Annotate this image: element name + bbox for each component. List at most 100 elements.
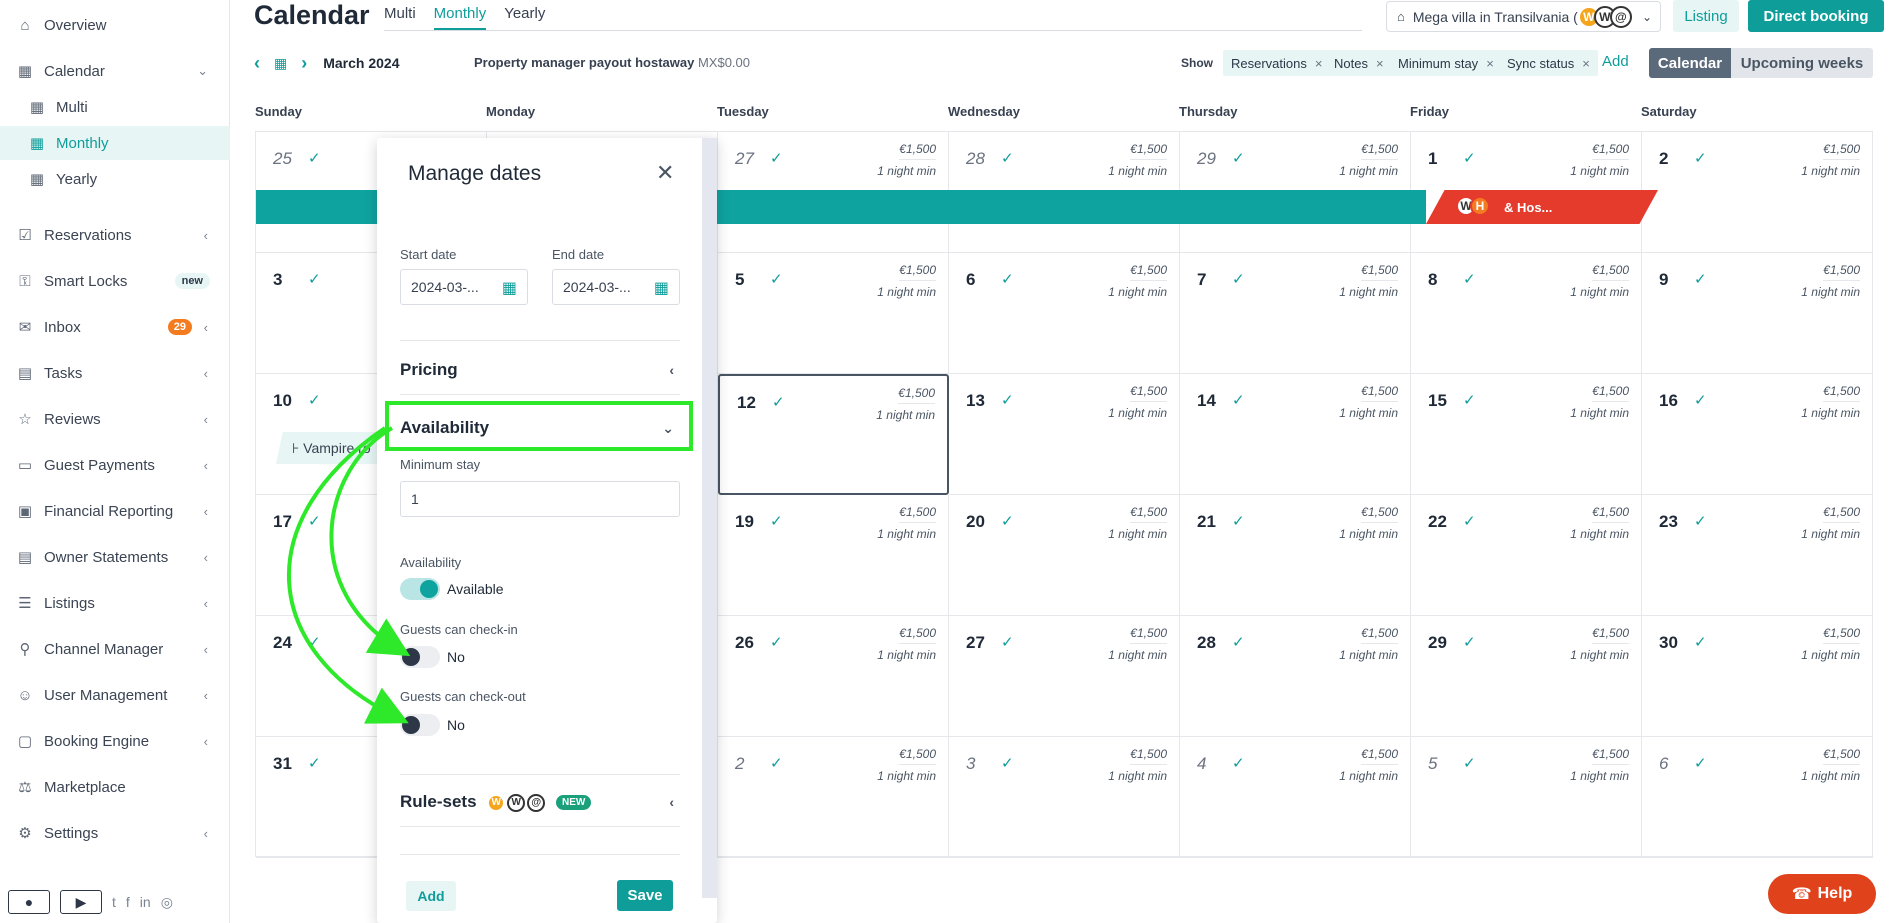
calendar-day-cell[interactable]: 9 ✓ €1,500 1 night min	[1642, 253, 1873, 374]
start-date-field[interactable]: 2024-03-... ▦	[400, 269, 528, 305]
sidebar-item-guest-payments[interactable]: ▭ Guest Payments ‹	[0, 448, 230, 482]
calendar-day-cell[interactable]: 12 ✓ €1,500 1 night min	[718, 374, 949, 495]
help-button[interactable]: ☎ Help	[1768, 874, 1876, 914]
divider	[400, 774, 680, 775]
add-button[interactable]: Add	[406, 881, 456, 911]
calendar-day-cell[interactable]: 4 ✓ €1,500 1 night min	[1180, 737, 1411, 858]
close-icon[interactable]: ✕	[656, 160, 674, 186]
calendar-day-cell[interactable]: 30 ✓ €1,500 1 night min	[1642, 616, 1873, 737]
prev-month-icon[interactable]: ‹	[254, 53, 260, 74]
calendar-day-cell[interactable]: 19 ✓ €1,500 1 night min	[718, 495, 949, 616]
sidebar-item-multi[interactable]: ▦ Multi	[0, 90, 230, 124]
minimum-stay-input[interactable]: 1	[400, 481, 680, 517]
filter-chip-sync-status[interactable]: Sync status ×	[1499, 50, 1598, 76]
calendar-day-cell[interactable]: 21 ✓ €1,500 1 night min	[1180, 495, 1411, 616]
sidebar-item-smart-locks[interactable]: ⚿ Smart Locks new	[0, 264, 230, 298]
close-icon[interactable]: ×	[1486, 56, 1494, 71]
checkin-toggle[interactable]	[400, 646, 440, 668]
calendar-day-cell[interactable]: 2 ✓ €1,500 1 night min	[718, 737, 949, 858]
calendar-icon[interactable]: ▦	[654, 278, 669, 298]
end-date-field[interactable]: 2024-03-... ▦	[552, 269, 680, 305]
sidebar-item-booking-engine[interactable]: ▢ Booking Engine ‹	[0, 724, 230, 758]
sidebar-item-yearly[interactable]: ▦ Yearly	[0, 162, 230, 196]
sidebar-item-reservations[interactable]: ☑ Reservations ‹	[0, 218, 230, 252]
tab-multi[interactable]: Multi	[384, 5, 416, 30]
sidebar-item-overview[interactable]: ⌂ Overview	[0, 8, 230, 42]
listing-button[interactable]: Listing	[1673, 0, 1739, 32]
add-filter-link[interactable]: Add	[1602, 53, 1629, 70]
linkedin-icon[interactable]: in	[140, 894, 151, 910]
day-min-stay: 1 night min	[1339, 769, 1398, 783]
availability-section-header[interactable]: Availability ⌄	[400, 418, 680, 452]
calendar-day-cell[interactable]: 20 ✓ €1,500 1 night min	[949, 495, 1180, 616]
calendar-day-cell[interactable]: 14 ✓ €1,500 1 night min	[1180, 374, 1411, 495]
close-icon[interactable]: ×	[1582, 56, 1590, 71]
tab-monthly[interactable]: Monthly	[433, 5, 487, 30]
sync-check-icon: ✓	[308, 634, 321, 651]
calendar-day-cell[interactable]: 3 ✓ €1,500 1 night min	[949, 737, 1180, 858]
filter-chip-minimum-stay[interactable]: Minimum stay ×	[1390, 50, 1502, 76]
sidebar-item-calendar[interactable]: ▦ Calendar ⌄	[0, 54, 230, 88]
sidebar-item-marketplace[interactable]: ⚖ Marketplace	[0, 770, 230, 804]
next-month-icon[interactable]: ›	[301, 53, 307, 74]
calendar-day-cell[interactable]: 2 ✓ €1,500 1 night min	[1642, 132, 1873, 253]
save-button[interactable]: Save	[617, 880, 673, 911]
day-number: 29	[1197, 149, 1216, 168]
sidebar-item-monthly[interactable]: ▦ Monthly	[0, 126, 230, 160]
reservation-bar-red[interactable]: W H & Hos...	[1426, 190, 1658, 224]
calendar-picker-icon[interactable]: ▦	[274, 55, 287, 72]
sidebar-item-owner-statements[interactable]: ▤ Owner Statements ‹	[0, 540, 230, 574]
calendar-day-cell[interactable]: 27 ✓ €1,500 1 night min	[949, 616, 1180, 737]
weekday-header: Friday	[1410, 104, 1450, 119]
calendar-day-cell[interactable]: 6 ✓ €1,500 1 night min	[1642, 737, 1873, 858]
twitter-icon[interactable]: t	[112, 894, 116, 910]
instagram-icon[interactable]: ◎	[161, 894, 173, 911]
sidebar-item-settings[interactable]: ⚙ Settings ‹	[0, 816, 230, 850]
sidebar-item-listings[interactable]: ☰ Listings ‹	[0, 586, 230, 620]
calendar-day-cell[interactable]: 13 ✓ €1,500 1 night min	[949, 374, 1180, 495]
calendar-day-cell[interactable]: 28 ✓ €1,500 1 night min	[1180, 616, 1411, 737]
reservation-bar-vampire[interactable]: ⊦ Vampire ro	[276, 432, 386, 464]
day-min-stay: 1 night min	[1339, 648, 1398, 662]
pricing-section-header[interactable]: Pricing ‹	[400, 360, 680, 395]
facebook-icon[interactable]: f	[126, 894, 130, 910]
calendar-day-cell[interactable]: 15 ✓ €1,500 1 night min	[1411, 374, 1642, 495]
calendar-day-cell[interactable]: 7 ✓ €1,500 1 night min	[1180, 253, 1411, 374]
filter-chip-notes[interactable]: Notes ×	[1326, 50, 1392, 76]
direct-booking-button[interactable]: Direct booking	[1748, 0, 1884, 32]
availability-toggle[interactable]	[400, 578, 440, 600]
calendar-day-cell[interactable]: 5 ✓ €1,500 1 night min	[718, 253, 949, 374]
calendar-day-cell[interactable]: 8 ✓ €1,500 1 night min	[1411, 253, 1642, 374]
close-icon[interactable]: ×	[1315, 56, 1323, 71]
sidebar-item-label: Channel Manager	[44, 640, 164, 658]
rulesets-section-header[interactable]: Rule-sets W W @ NEW ‹	[400, 792, 680, 827]
apple-store-icon[interactable]: ●	[8, 890, 50, 914]
view-upcoming-weeks-button[interactable]: Upcoming weeks	[1731, 48, 1873, 78]
day-min-stay: 1 night min	[1801, 527, 1860, 541]
day-price: €1,500	[1592, 626, 1629, 644]
close-icon[interactable]: ×	[1376, 56, 1384, 71]
calendar-day-cell[interactable]: 22 ✓ €1,500 1 night min	[1411, 495, 1642, 616]
panel-scrollbar[interactable]	[702, 138, 717, 898]
sidebar-item-tasks[interactable]: ▤ Tasks ‹	[0, 356, 230, 390]
tab-yearly[interactable]: Yearly	[504, 5, 545, 30]
sidebar-item-channel-manager[interactable]: ⚲ Channel Manager ‹	[0, 632, 230, 666]
calendar-day-cell[interactable]: 6 ✓ €1,500 1 night min	[949, 253, 1180, 374]
filter-chip-reservations[interactable]: Reservations ×	[1223, 50, 1331, 76]
day-number: 20	[966, 512, 985, 531]
listing-select[interactable]: ⌂ Mega villa in Transilvania ( W W @ ⌄	[1386, 1, 1661, 32]
view-calendar-button[interactable]: Calendar	[1649, 48, 1731, 78]
sidebar-item-inbox[interactable]: ✉ Inbox 29 ‹	[0, 310, 230, 344]
sidebar-item-reviews[interactable]: ☆ Reviews ‹	[0, 402, 230, 436]
calendar-day-cell[interactable]: 16 ✓ €1,500 1 night min	[1642, 374, 1873, 495]
calendar-day-cell[interactable]: 5 ✓ €1,500 1 night min	[1411, 737, 1642, 858]
calendar-day-cell[interactable]: 23 ✓ €1,500 1 night min	[1642, 495, 1873, 616]
sidebar-item-user-management[interactable]: ☺ User Management ‹	[0, 678, 230, 712]
calendar-day-cell[interactable]: 26 ✓ €1,500 1 night min	[718, 616, 949, 737]
sidebar-item-financial-reporting[interactable]: ▣ Financial Reporting ‹	[0, 494, 230, 528]
calendar-icon[interactable]: ▦	[502, 278, 517, 298]
calendar-day-cell[interactable]: 29 ✓ €1,500 1 night min	[1411, 616, 1642, 737]
google-play-icon[interactable]: ▶	[60, 890, 102, 914]
panel-title: Manage dates	[408, 162, 542, 185]
checkout-toggle[interactable]	[400, 714, 440, 736]
